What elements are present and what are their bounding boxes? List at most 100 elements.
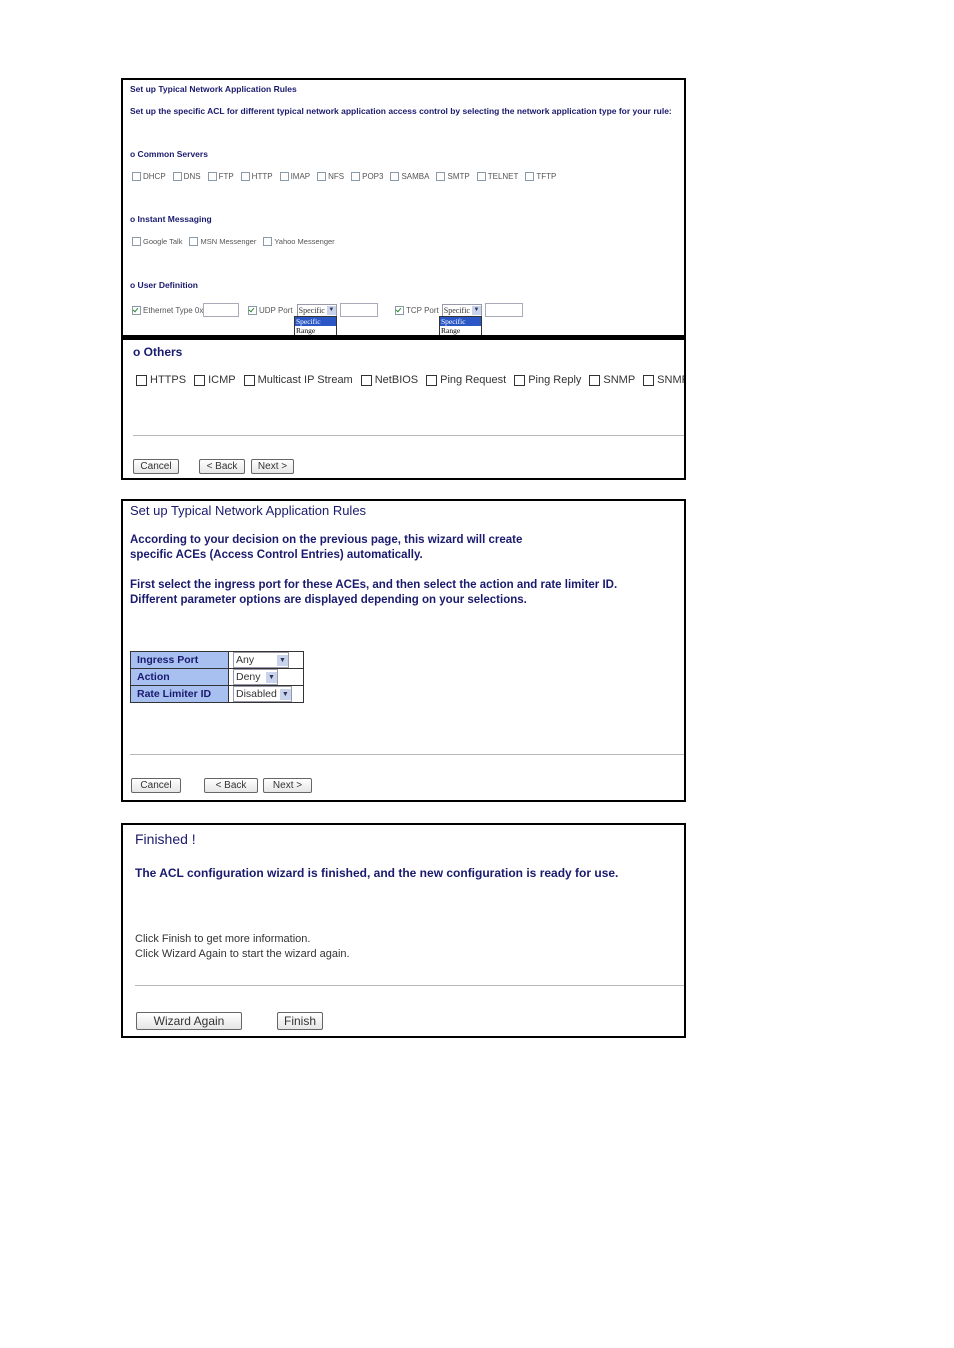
tcp-port-type-select[interactable]: Specific ▼ (441, 303, 482, 317)
wizard-again-hint: Click Wizard Again to start the wizard a… (135, 948, 350, 960)
option-smtp[interactable]: SMTP (436, 172, 470, 181)
option-https[interactable]: HTTPS (136, 374, 186, 386)
intro-line-1: According to your decision on the previo… (130, 534, 523, 546)
icmp-checkbox[interactable] (194, 374, 206, 386)
chevron-down-icon[interactable]: ▼ (471, 305, 481, 315)
option-ping-reply[interactable]: Ping Reply (514, 374, 581, 386)
udp-port-type-value: Specific (298, 305, 325, 315)
option-msn-messenger[interactable]: MSN Messenger (189, 237, 256, 246)
option-nfs[interactable]: NFS (317, 172, 344, 181)
snmp-traps-label: SNMP Traps (657, 374, 686, 386)
http-label: HTTP (251, 172, 273, 181)
chevron-down-icon[interactable]: ▼ (326, 305, 336, 315)
yahoo-messenger-label: Yahoo Messenger (274, 237, 335, 246)
option-netbios[interactable]: NetBIOS (360, 374, 418, 386)
google-talk-checkbox[interactable] (132, 237, 141, 246)
cancel-button[interactable]: Cancel (133, 459, 179, 474)
instruction-line-1: First select the ingress port for these … (130, 579, 618, 591)
ping-request-checkbox[interactable] (426, 374, 438, 386)
ethernet-type-input[interactable] (203, 303, 240, 317)
ping-reply-checkbox[interactable] (514, 374, 526, 386)
action-select[interactable]: Deny ▼ (233, 669, 278, 685)
divider (133, 435, 684, 436)
google-talk-label: Google Talk (143, 237, 183, 246)
netbios-checkbox[interactable] (360, 374, 372, 386)
snmp-traps-checkbox[interactable] (643, 374, 655, 386)
option-icmp[interactable]: ICMP (194, 374, 236, 386)
action-value: Deny (236, 671, 261, 683)
msn-messenger-checkbox[interactable] (189, 237, 199, 246)
table-row: Ingress Port Any ▼ (130, 651, 304, 669)
option-telnet[interactable]: TELNET (476, 172, 518, 181)
rate-limiter-id-value: Disabled (236, 688, 277, 700)
wizard-again-button[interactable]: Wizard Again (136, 1012, 242, 1030)
next-button[interactable]: Next > (251, 459, 294, 474)
tftp-checkbox[interactable] (525, 172, 535, 181)
dhcp-label: DHCP (143, 172, 166, 181)
yahoo-messenger-checkbox[interactable] (263, 237, 273, 246)
rate-limiter-id-select[interactable]: Disabled ▼ (233, 686, 292, 702)
udp-port-checkbox[interactable] (248, 305, 257, 315)
finish-button[interactable]: Finish (277, 1012, 323, 1030)
option-ping-request[interactable]: Ping Request (426, 374, 506, 386)
ping-request-label: Ping Request (440, 374, 507, 386)
rate-limiter-id-label: Rate Limiter ID (130, 685, 229, 703)
option-samba[interactable]: SAMBA (390, 172, 429, 181)
udp-port-input[interactable] (339, 303, 378, 317)
multicast-ip-stream-label: Multicast IP Stream (257, 374, 353, 386)
smtp-label: SMTP (447, 172, 470, 181)
option-dhcp[interactable]: DHCP (132, 172, 166, 181)
imap-checkbox[interactable] (279, 172, 289, 181)
ingress-port-value: Any (236, 654, 255, 666)
https-checkbox[interactable] (136, 374, 147, 386)
page-description: Set up the specific ACL for different ty… (130, 106, 672, 116)
next-button[interactable]: Next > (263, 778, 312, 793)
ingress-port-select[interactable]: Any ▼ (233, 652, 289, 668)
back-button[interactable]: < Back (204, 778, 258, 793)
option-yahoo-messenger[interactable]: Yahoo Messenger (263, 237, 335, 246)
option-ftp[interactable]: FTP (207, 172, 234, 181)
smtp-checkbox[interactable] (436, 172, 446, 181)
intro-line-2: specific ACEs (Access Control Entries) a… (130, 549, 423, 561)
udp-option-specific[interactable]: Specific (295, 317, 336, 326)
multicast-ip-stream-checkbox[interactable] (243, 374, 255, 386)
tcp-option-range[interactable]: Range (440, 326, 481, 335)
option-tftp[interactable]: TFTP (525, 172, 556, 181)
option-imap[interactable]: IMAP (279, 172, 310, 181)
tcp-port-input[interactable] (484, 303, 523, 317)
samba-checkbox[interactable] (390, 172, 400, 181)
nfs-checkbox[interactable] (317, 172, 327, 181)
option-pop3[interactable]: POP3 (351, 172, 383, 181)
option-google-talk[interactable]: Google Talk (132, 237, 182, 246)
ftp-checkbox[interactable] (207, 172, 217, 181)
chevron-down-icon[interactable]: ▼ (279, 688, 291, 700)
option-dns[interactable]: DNS (172, 172, 201, 181)
tcp-port-type-dropdown: Specific Range (439, 316, 482, 335)
back-button[interactable]: < Back (199, 459, 245, 474)
instant-messaging-list: Google Talk MSN Messenger Yahoo Messenger (132, 237, 342, 246)
udp-port-type-dropdown: Specific Range (294, 316, 337, 335)
option-snmp-traps[interactable]: SNMP Traps (643, 374, 686, 386)
option-snmp[interactable]: SNMP (589, 374, 635, 386)
pop3-checkbox[interactable] (351, 172, 361, 181)
snmp-checkbox[interactable] (589, 374, 601, 386)
option-http[interactable]: HTTP (240, 172, 273, 181)
udp-option-range[interactable]: Range (295, 326, 336, 335)
tcp-port-checkbox[interactable] (395, 305, 404, 315)
telnet-checkbox[interactable] (476, 172, 486, 181)
ethernet-type-checkbox[interactable] (132, 305, 141, 315)
samba-label: SAMBA (401, 172, 430, 181)
tcp-option-specific[interactable]: Specific (440, 317, 481, 326)
divider (130, 754, 684, 755)
cancel-button[interactable]: Cancel (131, 778, 181, 793)
chevron-down-icon[interactable]: ▼ (266, 671, 277, 683)
dns-checkbox[interactable] (172, 172, 182, 181)
http-checkbox[interactable] (240, 172, 250, 181)
option-multicast-ip-stream[interactable]: Multicast IP Stream (243, 374, 353, 386)
udp-port-type-select[interactable]: Specific ▼ (296, 303, 337, 317)
chevron-down-icon[interactable]: ▼ (277, 654, 288, 666)
dhcp-checkbox[interactable] (132, 172, 141, 181)
page-title: Set up Typical Network Application Rules (130, 503, 367, 518)
instant-messaging-heading: o Instant Messaging (130, 214, 212, 224)
ace-parameters-table: Ingress Port Any ▼ Action Deny ▼ Rate Limi… (130, 651, 304, 703)
